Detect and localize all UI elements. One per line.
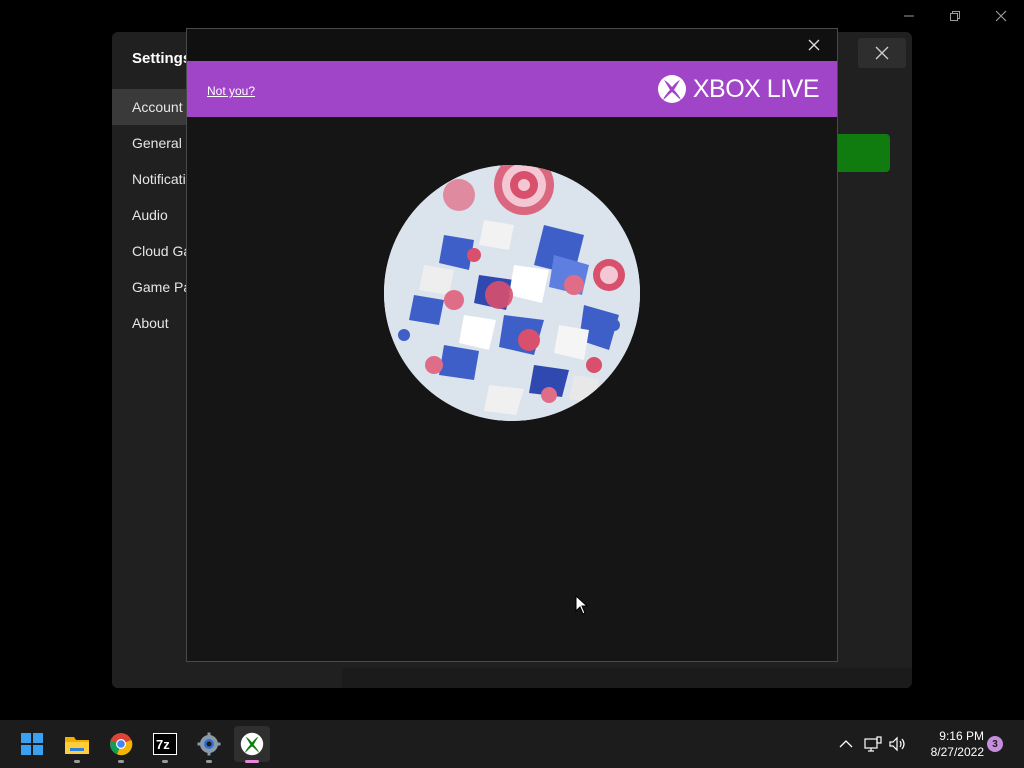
- settings-gear-icon: [197, 732, 221, 756]
- xbox-icon: [240, 732, 264, 756]
- xbox-live-banner: Not you? XBOX LIVE: [187, 61, 837, 117]
- network-icon: [864, 736, 882, 752]
- chevron-up-icon: [839, 740, 853, 748]
- minimize-button[interactable]: [886, 4, 932, 28]
- running-indicator: [74, 760, 80, 763]
- xbox-live-dialog: Not you? XBOX LIVE: [186, 28, 838, 662]
- show-hidden-icons-button[interactable]: [836, 720, 856, 768]
- dialog-titlebar: [187, 29, 837, 61]
- nav-item-label: Account: [132, 99, 183, 115]
- file-explorer-icon: [65, 737, 89, 754]
- dialog-close-button[interactable]: [799, 33, 829, 57]
- settings-footer: [342, 668, 912, 688]
- running-indicator: [118, 760, 124, 763]
- running-indicator: [162, 760, 168, 763]
- settings-close-button[interactable]: [858, 38, 906, 68]
- taskbar-file-explorer[interactable]: [59, 726, 95, 763]
- svg-text:7z: 7z: [156, 737, 170, 752]
- close-icon: [995, 10, 1007, 22]
- nav-item-label: Notificati: [132, 171, 186, 187]
- nav-item-label: General: [132, 135, 182, 151]
- settings-title: Settings: [132, 50, 192, 67]
- start-button[interactable]: [14, 726, 50, 762]
- active-indicator: [245, 760, 259, 763]
- restore-button[interactable]: [932, 4, 978, 28]
- nav-item-label: Game Pa: [132, 279, 192, 295]
- not-you-link[interactable]: Not you?: [207, 84, 255, 98]
- nav-item-label: About: [132, 315, 169, 331]
- close-icon: [875, 46, 889, 60]
- volume-icon: [889, 736, 905, 752]
- mouse-cursor-icon: [575, 595, 589, 615]
- notification-badge[interactable]: 3: [987, 736, 1003, 752]
- volume-button[interactable]: [887, 720, 909, 768]
- clock-date: 8/27/2022: [930, 745, 984, 759]
- taskbar: 7z 9:16 PM 8/27/2022: [0, 720, 1024, 768]
- taskbar-xbox[interactable]: [234, 726, 270, 763]
- minimize-icon: [904, 15, 914, 17]
- gamerpic-image: [384, 165, 640, 421]
- nav-item-label: Cloud Ga: [132, 243, 192, 259]
- gamerpic-avatar: [384, 165, 640, 421]
- 7zip-icon: 7z: [153, 733, 177, 755]
- taskbar-settings[interactable]: [191, 726, 227, 763]
- nav-item-label: Audio: [132, 207, 168, 223]
- system-clock[interactable]: 9:16 PM 8/27/2022: [912, 728, 984, 760]
- xbox-live-text: XBOX LIVE: [692, 74, 820, 103]
- running-indicator: [206, 760, 212, 763]
- clock-time: 9:16 PM: [939, 729, 984, 743]
- start-icon: [21, 733, 43, 755]
- close-icon: [808, 39, 820, 51]
- taskbar-chrome[interactable]: [103, 726, 139, 763]
- taskbar-7zip[interactable]: 7z: [147, 726, 183, 763]
- close-window-button[interactable]: [978, 4, 1024, 28]
- network-button[interactable]: [862, 720, 884, 768]
- xbox-live-logo: XBOX LIVE: [657, 73, 820, 105]
- restore-icon: [950, 11, 960, 21]
- chrome-icon: [110, 733, 133, 756]
- xbox-sphere-icon: [657, 75, 686, 103]
- primary-green-button[interactable]: [832, 134, 890, 172]
